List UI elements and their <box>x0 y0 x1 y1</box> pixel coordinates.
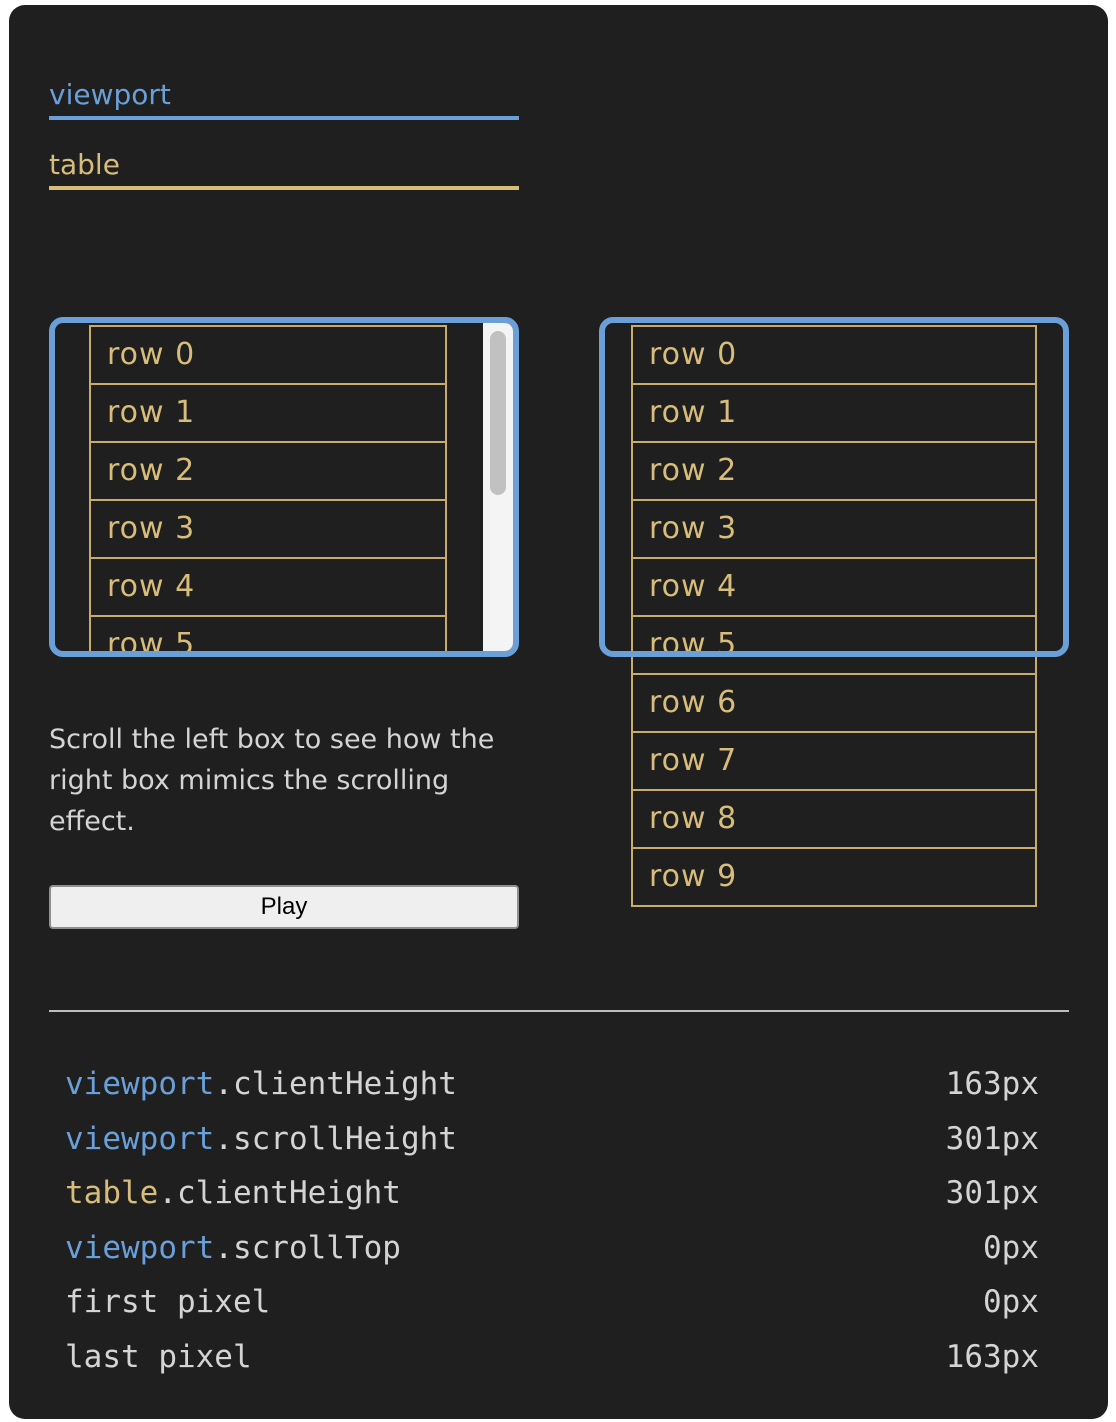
mimic-table-row: row 0 <box>631 325 1037 385</box>
mimic-table-row: row 8 <box>631 789 1037 849</box>
stat-keyword: viewport <box>65 1066 215 1102</box>
stat-property: last pixel <box>65 1338 252 1375</box>
viewport-table-row-label: row 3 <box>89 499 447 559</box>
stat-property: .clientHeight <box>158 1175 401 1211</box>
stat-label: last pixel <box>65 1330 252 1385</box>
viewport-table-row: row 5 <box>89 615 447 651</box>
stat-row: viewport.scrollHeight 301px <box>65 1112 1039 1167</box>
mimic-table-row-label: row 4 <box>631 557 1037 617</box>
mimic-table-row: row 2 <box>631 441 1037 501</box>
stat-label: viewport.scrollHeight <box>65 1112 457 1167</box>
stat-value: 163px <box>945 1066 1039 1102</box>
demo-panel: viewport table row 0 row 1 row 2 row 3 row 4… <box>9 5 1108 1419</box>
mimic-table-row-label: row 5 <box>631 615 1037 675</box>
stat-row: viewport.clientHeight 163px <box>65 1057 1039 1112</box>
stats-list: viewport.clientHeight 163px viewport.scrol… <box>65 1057 1039 1384</box>
stat-row: first pixel 0px <box>65 1275 1039 1330</box>
play-button[interactable]: Play <box>49 885 519 929</box>
stat-property: .clientHeight <box>214 1066 457 1102</box>
mimic-table-row-label: row 7 <box>631 731 1037 791</box>
stat-value: 0px <box>983 1229 1039 1266</box>
mimic-table-row-label: row 3 <box>631 499 1037 559</box>
scrollbar-thumb[interactable] <box>490 331 506 495</box>
viewport-table-row-label: row 1 <box>89 383 447 443</box>
stat-property: .scrollHeight <box>214 1120 457 1157</box>
viewport-table-row: row 0 <box>89 325 447 385</box>
viewport-scroll-box[interactable]: row 0row 1row 2row 3row 4row 5row 6row 7… <box>49 317 519 657</box>
scrollbar[interactable] <box>483 323 513 651</box>
stat-label: table.clientHeight <box>65 1166 401 1221</box>
legend-table: table <box>49 148 519 190</box>
stat-keyword: viewport <box>65 1229 215 1266</box>
viewport-table-row-label: row 0 <box>89 325 447 385</box>
mimic-table-row: row 3 <box>631 499 1037 559</box>
stat-keyword: table <box>65 1175 159 1211</box>
stat-label: viewport.scrollTop <box>65 1221 401 1276</box>
stat-value: 0px <box>983 1284 1039 1320</box>
viewport-table-row-label: row 2 <box>89 441 447 501</box>
divider <box>49 1010 1069 1012</box>
stat-value: 301px <box>945 1120 1039 1157</box>
viewport-scroll-area[interactable]: row 0row 1row 2row 3row 4row 5row 6row 7… <box>55 323 513 651</box>
viewport-table: row 0row 1row 2row 3row 4row 5row 6row 7… <box>89 325 447 651</box>
viewport-table-row-label: row 5 <box>89 615 447 651</box>
viewport-table-row: row 1 <box>89 383 447 443</box>
mimic-table-row-label: row 8 <box>631 789 1037 849</box>
stat-row: table.clientHeight 301px <box>65 1166 1039 1221</box>
instructions-text: Scroll the left box to see how the right… <box>49 724 495 837</box>
mimic-table-row: row 7 <box>631 731 1037 791</box>
viewport-table-row: row 3 <box>89 499 447 559</box>
stat-value: 301px <box>945 1175 1039 1211</box>
stat-label: first pixel <box>65 1275 270 1330</box>
mimic-table-row-label: row 0 <box>631 325 1037 385</box>
mimic-table: row 0 row 1 row 2 row 3 row 4 row 5 row 6 row 7… <box>631 325 1037 907</box>
mimic-table-row: row 6 <box>631 673 1037 733</box>
mimic-table-row-label: row 1 <box>631 383 1037 443</box>
mimic-table-row-label: row 2 <box>631 441 1037 501</box>
viewport-table-row: row 2 <box>89 441 447 501</box>
mimic-table-row-label: row 6 <box>631 673 1037 733</box>
stat-row: last pixel 163px <box>65 1330 1039 1385</box>
mimic-table-row: row 9 <box>631 847 1037 907</box>
legend-table-label: table <box>49 148 120 181</box>
stat-row: viewport.scrollTop 0px <box>65 1221 1039 1276</box>
viewport-table-row: row 4 <box>89 557 447 617</box>
stat-property: .scrollTop <box>214 1229 401 1266</box>
mimic-table-row-label: row 9 <box>631 847 1037 907</box>
legend-viewport: viewport <box>49 78 519 120</box>
stat-label: viewport.clientHeight <box>65 1057 457 1112</box>
stat-keyword: viewport <box>65 1120 215 1157</box>
stat-value: 163px <box>945 1338 1039 1375</box>
stat-property: first pixel <box>65 1284 271 1320</box>
mimic-table-row: row 5 <box>631 615 1037 675</box>
mimic-table-row: row 1 <box>631 383 1037 443</box>
viewport-table-row-label: row 4 <box>89 557 447 617</box>
mimic-table-row: row 4 <box>631 557 1037 617</box>
legend-viewport-label: viewport <box>49 78 171 111</box>
